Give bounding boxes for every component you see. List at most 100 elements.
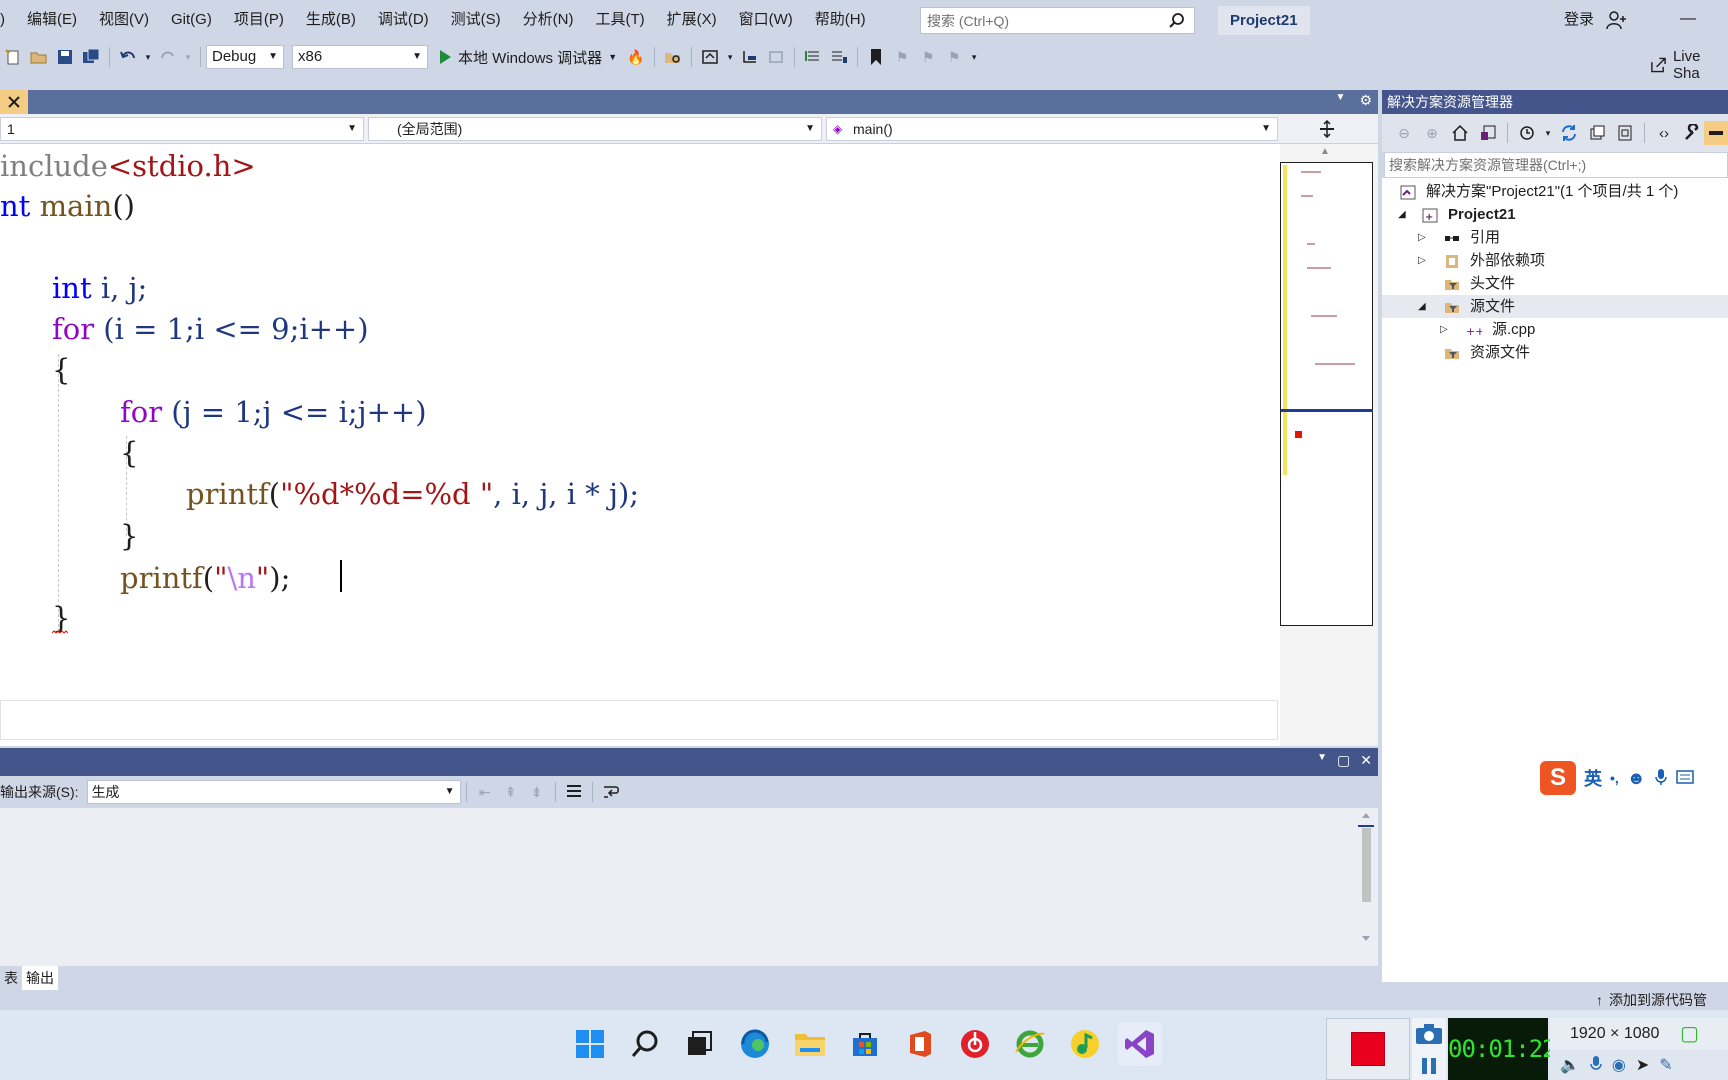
menu-view[interactable]: 视图(V) (88, 0, 160, 40)
chevron-down-icon[interactable]: ▼ (1317, 752, 1327, 769)
comment-lines-icon[interactable] (802, 46, 824, 68)
hot-reload-icon[interactable]: 🔥 (625, 46, 647, 68)
tab-output[interactable]: 输出 (22, 966, 58, 990)
menu-help[interactable]: 帮助(H) (804, 0, 877, 40)
emoji-icon[interactable]: ☻ (1627, 768, 1646, 789)
find-in-files-icon[interactable] (662, 46, 684, 68)
tab-error-list[interactable]: 表 (0, 966, 22, 990)
collapse-all-icon[interactable] (1586, 122, 1608, 144)
chevron-down-icon[interactable]: ▾ (143, 46, 153, 68)
tree-item-references[interactable]: ▷ 引用 (1382, 226, 1728, 249)
chevron-down-icon[interactable]: ▼ (608, 52, 617, 62)
tree-item-source-cpp[interactable]: ▷ ++ 源.cpp (1382, 318, 1728, 341)
microphone-icon[interactable] (1654, 768, 1668, 789)
open-folder-icon[interactable] (28, 46, 50, 68)
expanded-triangle-icon[interactable]: ◢ (1418, 295, 1426, 318)
tree-item-source-files[interactable]: ◢ 源文件 (1382, 295, 1728, 318)
home-icon[interactable] (1449, 122, 1471, 144)
netease-music-icon[interactable] (953, 1022, 997, 1066)
solution-config-dropdown[interactable]: Debug ▼ (206, 45, 284, 69)
prev-bookmark-icon[interactable]: ⚑ (891, 46, 913, 68)
new-item-icon[interactable] (2, 46, 24, 68)
ime-language-toggle[interactable]: 英 (1584, 765, 1602, 791)
microphone-icon[interactable] (1590, 1055, 1602, 1076)
close-icon[interactable]: ✕ (1360, 752, 1372, 769)
tree-item-solution[interactable]: 解决方案"Project21"(1 个项目/共 1 个) (1382, 180, 1728, 203)
platform-dropdown[interactable]: x86 ▼ (292, 45, 428, 69)
ie-browser-icon[interactable] (1008, 1022, 1052, 1066)
menu-extensions[interactable]: 扩展(X) (656, 0, 728, 40)
task-view-icon[interactable] (678, 1022, 722, 1066)
pause-icon[interactable] (1419, 1056, 1439, 1076)
chevron-down-icon[interactable]: ▾ (725, 46, 735, 68)
output-scrollbar[interactable] (1358, 810, 1374, 944)
save-icon[interactable] (54, 46, 76, 68)
view-code-icon[interactable]: ‹› (1653, 122, 1675, 144)
region-icon[interactable]: ▢ (1680, 1018, 1699, 1050)
pen-icon[interactable]: ✎ (1659, 1055, 1672, 1075)
menu-file[interactable]: ) (0, 0, 16, 40)
search-input[interactable]: 搜索 (Ctrl+Q) (920, 7, 1195, 34)
chevron-down-icon[interactable]: ▾ (1544, 122, 1552, 144)
output-text-area[interactable] (0, 808, 1378, 966)
step-disabled-icon[interactable] (765, 46, 787, 68)
go-to-message-icon[interactable]: ⇤ (474, 781, 496, 803)
live-share-button[interactable]: Live Sha (1650, 48, 1728, 82)
collapsed-triangle-icon[interactable]: ▷ (1418, 226, 1426, 249)
gear-icon[interactable]: ⚙ (1359, 92, 1372, 109)
scroll-up-icon[interactable]: ▲ (1320, 146, 1330, 157)
tree-item-external-deps[interactable]: ▷ 外部依赖项 (1382, 249, 1728, 272)
visual-studio-icon[interactable] (1118, 1022, 1162, 1066)
undo-icon[interactable] (117, 46, 139, 68)
menu-git[interactable]: Git(G) (160, 0, 223, 40)
collapsed-triangle-icon[interactable]: ▷ (1418, 249, 1426, 272)
qq-music-icon[interactable] (1063, 1022, 1107, 1066)
next-message-icon[interactable]: ⇟ (526, 781, 548, 803)
ime-punctuation-toggle[interactable]: •, (1610, 770, 1619, 786)
start-debugging-button[interactable]: 本地 Windows 调试器 ▼ (438, 47, 617, 68)
step-icon[interactable] (739, 46, 761, 68)
clear-bookmarks-icon[interactable]: ⚑ (943, 46, 965, 68)
collapsed-triangle-icon[interactable]: ▷ (1440, 318, 1448, 341)
menu-edit[interactable]: 编辑(E) (16, 0, 88, 40)
solution-explorer-search-input[interactable]: 搜索解决方案资源管理器(Ctrl+;) (1384, 152, 1728, 178)
menu-debug[interactable]: 调试(D) (367, 0, 440, 40)
switch-views-icon[interactable] (1477, 122, 1499, 144)
menu-tools[interactable]: 工具(T) (584, 0, 655, 40)
menu-project[interactable]: 项目(P) (223, 0, 295, 40)
word-wrap-icon[interactable] (600, 781, 622, 803)
tree-item-resource-files[interactable]: 资源文件 (1382, 341, 1728, 364)
add-to-source-control-button[interactable]: ↑ 添加到源代码管 (1596, 990, 1707, 1010)
bookmark-icon[interactable] (865, 46, 887, 68)
scope-dropdown[interactable]: (全局范围) ▼ (368, 117, 822, 141)
close-icon[interactable] (0, 90, 28, 114)
camera-icon[interactable] (1414, 1022, 1444, 1046)
speaker-icon[interactable]: 🔈 (1560, 1055, 1580, 1075)
microsoft-store-icon[interactable] (843, 1022, 887, 1066)
file-explorer-icon[interactable] (788, 1022, 832, 1066)
chevron-down-icon[interactable]: ▾ (183, 46, 193, 68)
tab-list-dropdown-icon[interactable]: ▼ (1336, 92, 1346, 109)
search-icon[interactable] (623, 1022, 667, 1066)
forward-icon[interactable]: ⊕ (1421, 122, 1443, 144)
output-source-dropdown[interactable]: 生成 ▼ (86, 780, 461, 804)
edge-browser-icon[interactable] (733, 1022, 777, 1066)
sogou-logo-icon[interactable]: S (1540, 761, 1576, 795)
scrollbar-map[interactable] (1280, 162, 1373, 626)
back-icon[interactable]: ⊖ (1393, 122, 1415, 144)
show-all-files-icon[interactable] (1614, 122, 1636, 144)
pin-icon[interactable] (1704, 121, 1728, 145)
minimize-button[interactable]: — (1668, 0, 1708, 40)
home-icon[interactable] (699, 46, 721, 68)
properties-wrench-icon[interactable] (1681, 122, 1703, 144)
cursor-icon[interactable]: ➤ (1636, 1055, 1649, 1075)
prev-message-icon[interactable]: ⇞ (500, 781, 522, 803)
redo-icon[interactable] (157, 46, 179, 68)
member-dropdown[interactable]: ◈ main() ▼ (826, 117, 1278, 141)
tree-item-header-files[interactable]: 头文件 (1382, 272, 1728, 295)
menu-build[interactable]: 生成(B) (295, 0, 367, 40)
clear-all-icon[interactable] (563, 781, 585, 803)
code-editor[interactable]: include<stdio.h> nt main() int i, j; for… (0, 144, 1280, 746)
stop-record-button[interactable] (1326, 1018, 1410, 1080)
menu-window[interactable]: 窗口(W) (728, 0, 804, 40)
